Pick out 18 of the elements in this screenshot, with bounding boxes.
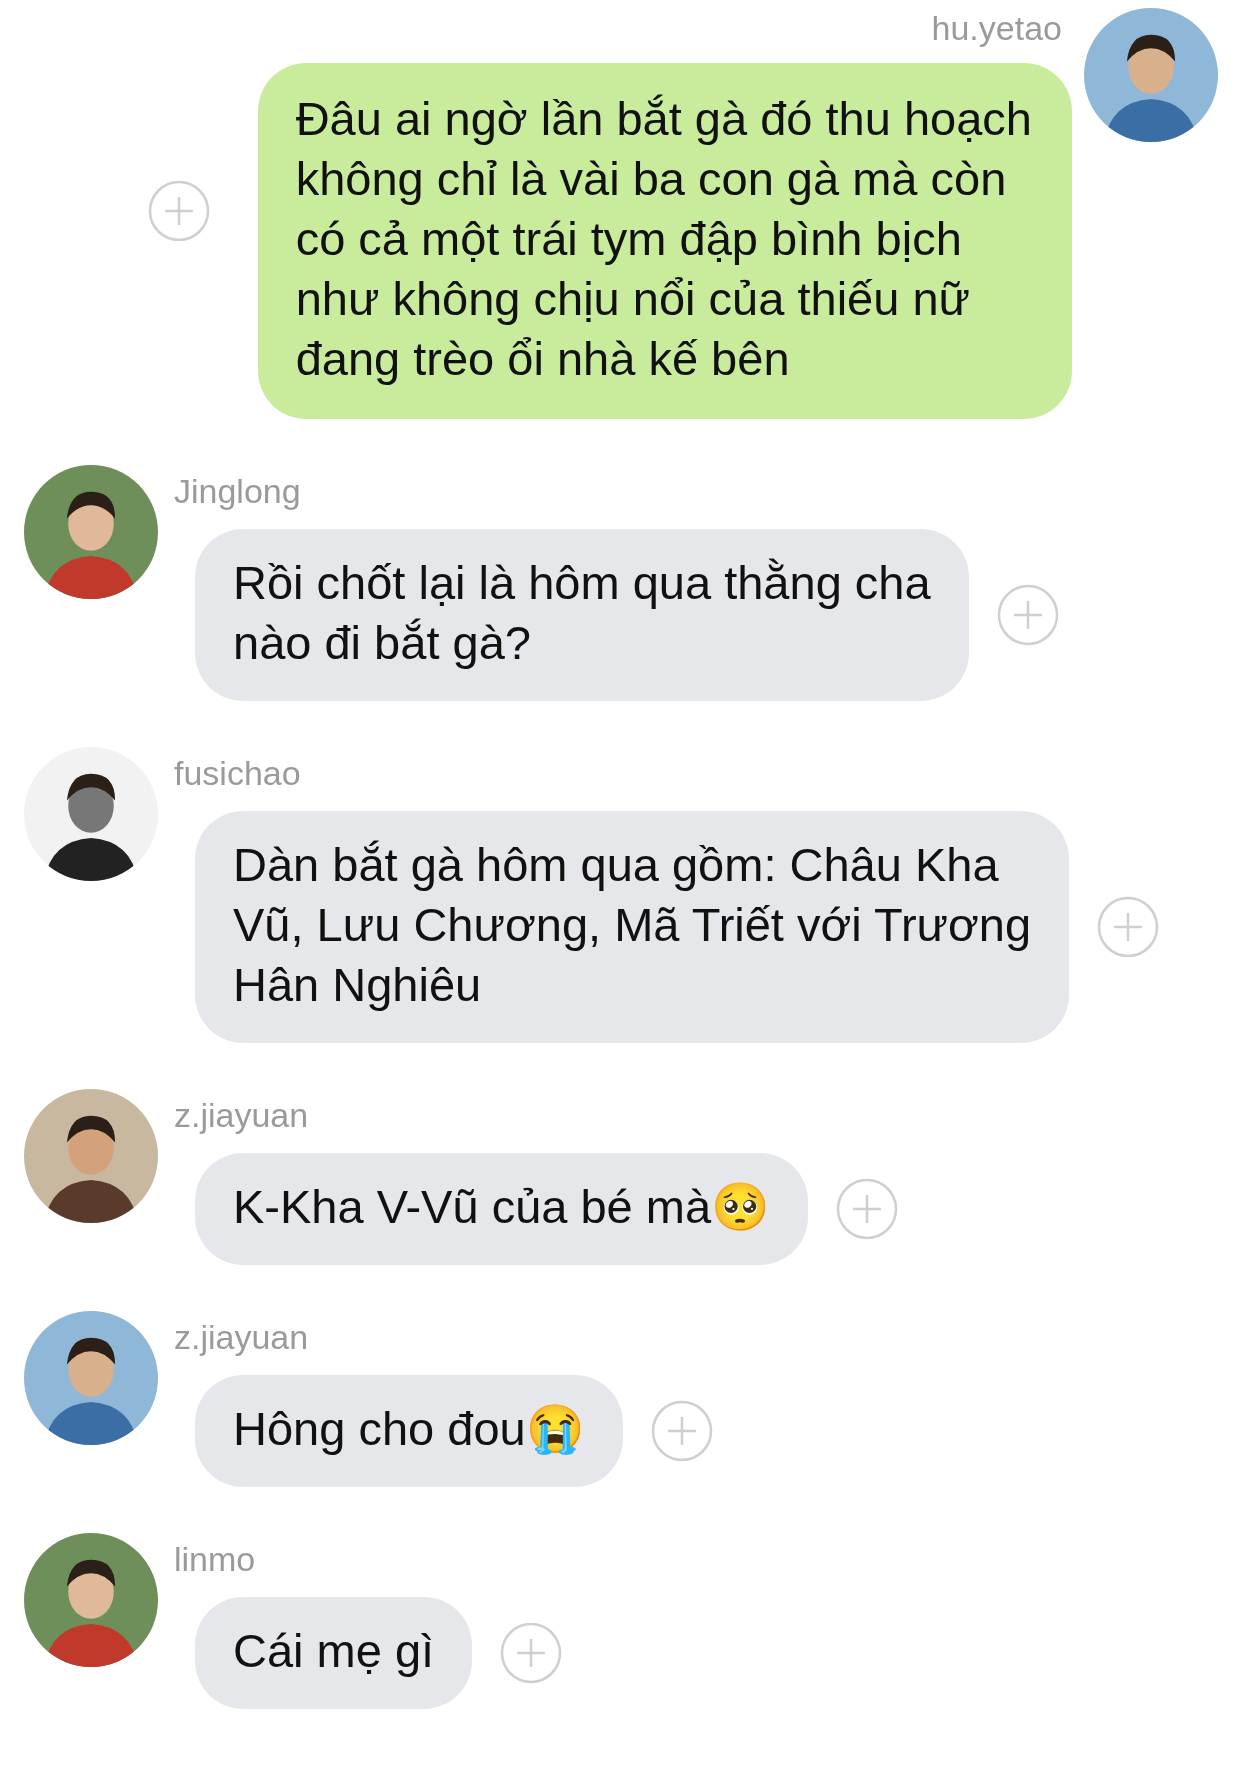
sender-name: Jinglong <box>174 471 302 511</box>
message-bubble: K-Kha V-Vũ của bé mà🥺 <box>195 1153 809 1265</box>
add-icon[interactable] <box>996 584 1059 646</box>
message-bubble: Hông cho đou😭 <box>195 1375 623 1487</box>
message-bubble: Đâu ai ngờ lần bắt gà đó thu hoạch không chỉ là vài ba con gà mà còn có cả một trái tym đập bình bịch như không chịu nổi của thiếu nữ đang trèo ổi nhà kế bên <box>257 63 1072 419</box>
add-icon[interactable] <box>650 1400 713 1462</box>
sender-name: linmo <box>174 1539 257 1579</box>
sender-name: z.jiayuan <box>174 1317 310 1357</box>
sender-name: hu.yetao <box>931 8 1062 48</box>
sender-name: fusichao <box>174 753 302 793</box>
sender-name: z.jiayuan <box>174 1095 310 1135</box>
add-icon[interactable] <box>147 180 210 242</box>
add-icon[interactable] <box>1097 896 1160 958</box>
add-icon[interactable] <box>836 1178 899 1240</box>
message-bubble: Rồi chốt lại là hôm qua thằng cha nào đi bắt gà? <box>195 529 969 701</box>
message-bubble: Cái mẹ gì <box>195 1597 473 1709</box>
add-icon[interactable] <box>500 1622 563 1684</box>
message-bubble: Dàn bắt gà hôm qua gồm: Châu Kha Vũ, Lưu Chương, Mã Triết với Trương Hân Nghiêu <box>195 811 1070 1043</box>
